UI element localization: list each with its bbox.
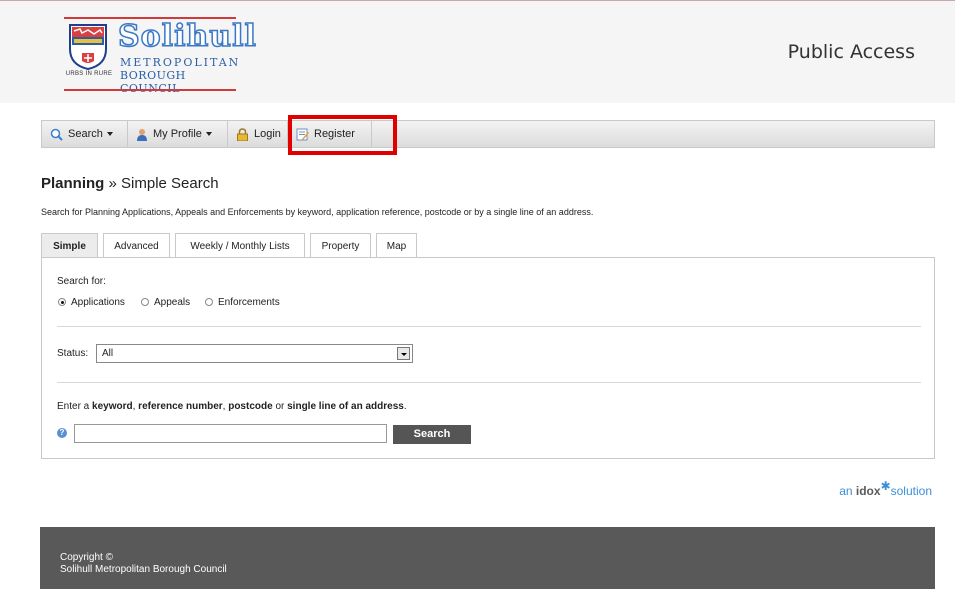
idox-pre: an	[839, 484, 856, 498]
logo-line-1: METROPOLITAN	[120, 56, 241, 69]
radio-appeals[interactable]	[141, 298, 149, 306]
prompt-text: or	[272, 401, 288, 412]
prompt-keyword: keyword	[92, 401, 133, 412]
idox-branding[interactable]: an idox✱solution	[839, 479, 932, 498]
nav-my-profile-label: My Profile	[153, 128, 202, 140]
radio-applications-label[interactable]: Applications	[71, 297, 125, 308]
help-icon[interactable]: ?	[57, 428, 67, 438]
site-title: Public Access	[787, 41, 915, 63]
tab-simple[interactable]: Simple	[41, 233, 98, 258]
status-select[interactable]: All	[96, 344, 413, 363]
radio-appeals-label[interactable]: Appeals	[154, 297, 190, 308]
status-select-value: All	[102, 348, 114, 359]
logo-line-2: BOROUGH COUNCIL	[120, 69, 186, 95]
logo-motto: URBS IN RURE	[65, 71, 113, 77]
radio-enforcements-label[interactable]: Enforcements	[218, 297, 280, 308]
prompt-reference-number: reference number	[138, 401, 223, 412]
radio-enforcements[interactable]	[205, 298, 213, 306]
page-title-section: Planning	[41, 175, 105, 192]
user-icon	[137, 128, 147, 141]
copyright-line: Copyright ©	[60, 552, 113, 563]
prompt-postcode: postcode	[228, 401, 273, 412]
main-navbar: Search My Profile Login Register	[41, 120, 935, 148]
search-button[interactable]: Search	[393, 425, 471, 444]
nav-my-profile[interactable]: My Profile	[128, 121, 228, 147]
page-title: Planning » Simple Search	[41, 175, 219, 192]
idox-post: solution	[890, 484, 932, 498]
prompt-text: Enter a	[57, 401, 93, 412]
logo-bottom-rule	[64, 89, 236, 91]
prompt-single-line-address: single line of an address	[287, 401, 404, 412]
search-icon	[50, 128, 63, 141]
dropdown-arrow-icon[interactable]	[397, 347, 410, 360]
chevron-down-icon	[205, 132, 212, 136]
page-intro: Search for Planning Applications, Appeal…	[41, 207, 594, 217]
idox-star-icon: ✱	[880, 479, 891, 493]
nav-search-label: Search	[68, 128, 103, 140]
radio-applications[interactable]	[58, 298, 66, 306]
nav-login[interactable]: Login	[228, 121, 288, 147]
divider	[57, 382, 921, 383]
register-highlight-box	[288, 115, 397, 155]
tab-map[interactable]: Map	[376, 233, 417, 258]
tab-weekly-monthly-lists[interactable]: Weekly / Monthly Lists	[175, 233, 305, 258]
page-header: URBS IN RURE Solihull METROPOLITAN BOROU…	[0, 0, 955, 103]
page-title-rest: » Simple Search	[104, 175, 219, 192]
chevron-down-icon	[106, 132, 113, 136]
simple-search-panel: Search for: Applications Appeals Enforce…	[41, 257, 935, 459]
lock-icon	[237, 127, 248, 141]
idox-brand: idox	[855, 484, 881, 498]
tab-advanced[interactable]: Advanced	[103, 233, 170, 258]
nav-search[interactable]: Search	[42, 121, 128, 147]
copyright-owner: Solihull Metropolitan Borough Council	[60, 564, 227, 575]
divider	[57, 326, 921, 327]
tab-property[interactable]: Property	[310, 233, 371, 258]
prompt-text: .	[403, 401, 407, 412]
coat-of-arms-icon	[69, 24, 107, 71]
council-logo[interactable]: URBS IN RURE Solihull METROPOLITAN BOROU…	[64, 17, 257, 95]
search-prompt: Enter a keyword, reference number, postc…	[57, 401, 407, 412]
search-for-label: Search for:	[57, 276, 106, 287]
status-label: Status:	[57, 348, 89, 359]
page-footer: Copyright © Solihull Metropolitan Boroug…	[40, 527, 935, 589]
logo-wordmark: Solihull	[117, 18, 257, 55]
nav-login-label: Login	[254, 128, 281, 140]
search-input[interactable]	[74, 424, 387, 443]
